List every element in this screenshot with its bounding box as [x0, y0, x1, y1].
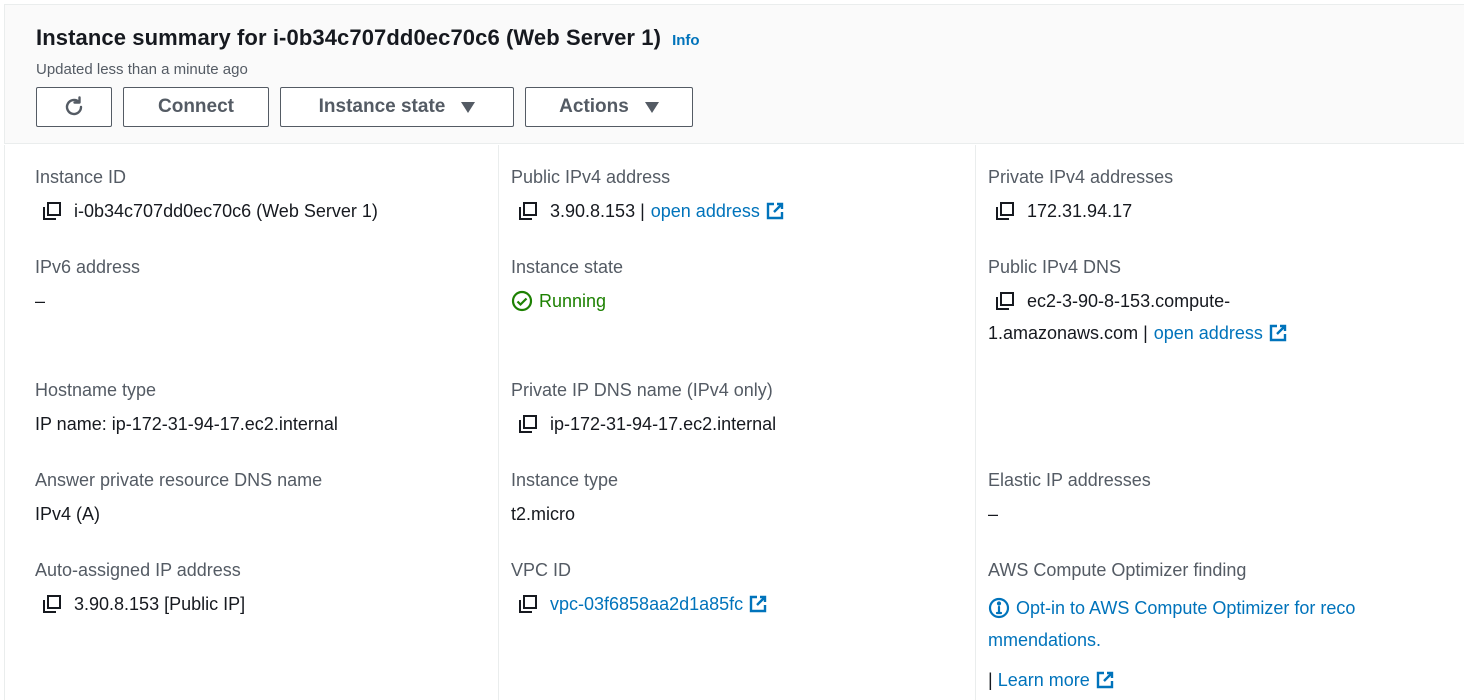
instance-state-label: Instance state — [318, 96, 446, 117]
caret-down-icon — [644, 101, 659, 113]
column-divider — [975, 145, 976, 700]
elastic-ip-field: Elastic IP addresses – — [988, 468, 1151, 526]
optimizer-opt-in-link[interactable]: Opt-in to AWS Compute Optimizer for reco — [1016, 592, 1355, 624]
info-circle-icon — [988, 597, 1010, 619]
updated-timestamp: Updated less than a minute ago — [36, 61, 248, 78]
instance-type-label: Instance type — [511, 470, 619, 490]
instance-state-field: Instance state Running — [511, 255, 623, 313]
external-link-icon[interactable] — [766, 202, 784, 220]
instance-state-status: Running — [511, 289, 623, 313]
private-ipv4-value-row: 172.31.94.17 — [988, 199, 1173, 223]
vpc-id-field: VPC ID vpc-03f6858aa2d1a85fc — [511, 558, 767, 616]
instance-id-value-row: i-0b34c707dd0ec70c6 (Web Server 1) — [35, 199, 378, 223]
public-ipv4-value: 3.90.8.153 | — [550, 201, 645, 221]
refresh-icon — [65, 96, 83, 116]
copy-icon[interactable] — [518, 594, 538, 614]
private-dns-label: Private IP DNS name (IPv4 only) — [511, 380, 773, 400]
open-address-link[interactable]: open address — [1154, 321, 1263, 345]
actions-label: Actions — [559, 96, 629, 117]
private-dns-value-row: ip-172-31-94-17.ec2.internal — [511, 412, 776, 436]
private-ipv4-value: 172.31.94.17 — [1027, 201, 1133, 221]
hostname-type-field: Hostname type IP name: ip-172-31-94-17.e… — [35, 378, 338, 436]
hostname-type-label: Hostname type — [35, 380, 157, 400]
instance-id-field: Instance ID i-0b34c707dd0ec70c6 (Web Ser… — [35, 165, 378, 223]
column-divider — [498, 145, 499, 700]
auto-ip-value: 3.90.8.153 [Public IP] — [74, 594, 246, 614]
instance-summary-header: Instance summary for i-0b34c707dd0ec70c6… — [4, 4, 1464, 144]
vpc-id-link[interactable]: vpc-03f6858aa2d1a85fc — [550, 592, 743, 616]
copy-icon[interactable] — [518, 201, 538, 221]
public-ipv4-field: Public IPv4 address 3.90.8.153 | open ad… — [511, 165, 784, 223]
instance-state-dropdown[interactable]: Instance state — [280, 87, 514, 127]
elastic-ip-label: Elastic IP addresses — [988, 470, 1151, 490]
learn-more-link[interactable]: Learn more — [998, 664, 1090, 696]
answer-dns-value: IPv4 (A) — [35, 504, 101, 524]
private-dns-value: ip-172-31-94-17.ec2.internal — [550, 414, 777, 434]
copy-icon[interactable] — [995, 201, 1015, 221]
refresh-button[interactable] — [36, 87, 112, 127]
public-dns-value-line2: 1.amazonaws.com | — [988, 323, 1148, 343]
optimizer-field: AWS Compute Optimizer finding Opt-in to … — [988, 558, 1355, 696]
learn-more-row: | Learn more — [988, 664, 1355, 696]
optimizer-label: AWS Compute Optimizer finding — [988, 560, 1247, 580]
copy-icon[interactable] — [42, 594, 62, 614]
public-ipv4-label: Public IPv4 address — [511, 167, 671, 187]
public-ipv4-value-row: 3.90.8.153 | open address — [511, 199, 784, 223]
ipv6-value: – — [35, 291, 46, 311]
ipv6-label: IPv6 address — [35, 257, 141, 277]
separator: | — [988, 670, 993, 690]
instance-type-field: Instance type t2.micro — [511, 468, 618, 526]
public-dns-field: Public IPv4 DNS ec2-3-90-8-153.compute- … — [988, 255, 1287, 345]
instance-id-value: i-0b34c707dd0ec70c6 (Web Server 1) — [74, 201, 378, 221]
external-link-icon[interactable] — [749, 595, 767, 613]
elastic-ip-value: – — [988, 504, 999, 524]
instance-state-field-label: Instance state — [511, 257, 624, 277]
external-link-icon[interactable] — [1269, 324, 1287, 342]
public-dns-label: Public IPv4 DNS — [988, 257, 1122, 277]
public-dns-value-line1: ec2-3-90-8-153.compute- — [1027, 291, 1231, 311]
instance-state-value: Running — [539, 291, 607, 311]
instance-type-value: t2.micro — [511, 504, 576, 524]
vpc-id-label: VPC ID — [511, 560, 572, 580]
ipv6-field: IPv6 address – — [35, 255, 140, 313]
copy-icon[interactable] — [995, 291, 1015, 311]
auto-ip-field: Auto-assigned IP address 3.90.8.153 [Pub… — [35, 558, 245, 616]
title-row: Instance summary for i-0b34c707dd0ec70c6… — [36, 25, 700, 51]
private-ipv4-label: Private IPv4 addresses — [988, 167, 1174, 187]
caret-down-icon — [461, 101, 476, 113]
copy-icon[interactable] — [518, 414, 538, 434]
private-dns-field: Private IP DNS name (IPv4 only) ip-172-3… — [511, 378, 776, 436]
answer-dns-label: Answer private resource DNS name — [35, 470, 323, 490]
actions-dropdown[interactable]: Actions — [525, 87, 693, 127]
public-dns-value-row2: 1.amazonaws.com | open address — [988, 321, 1287, 345]
vpc-id-value-row: vpc-03f6858aa2d1a85fc — [511, 592, 767, 616]
connect-button[interactable]: Connect — [123, 87, 269, 127]
auto-ip-value-row: 3.90.8.153 [Public IP] — [35, 592, 245, 616]
check-circle-icon — [511, 290, 533, 312]
optimizer-opt-in-link-cont[interactable]: mmendations. — [988, 624, 1101, 656]
auto-ip-label: Auto-assigned IP address — [35, 560, 241, 580]
page-title: Instance summary for i-0b34c707dd0ec70c6… — [36, 25, 662, 50]
private-ipv4-field: Private IPv4 addresses 172.31.94.17 — [988, 165, 1173, 223]
action-toolbar: Connect Instance state Actions — [36, 87, 693, 127]
copy-icon[interactable] — [42, 201, 62, 221]
instance-id-label: Instance ID — [35, 167, 127, 187]
optimizer-link-row1: Opt-in to AWS Compute Optimizer for reco — [988, 592, 1355, 624]
external-link-icon[interactable] — [1096, 671, 1114, 689]
answer-dns-field: Answer private resource DNS name IPv4 (A… — [35, 468, 322, 526]
optimizer-link-row2: mmendations. — [988, 624, 1355, 656]
public-dns-value-row: ec2-3-90-8-153.compute- — [988, 289, 1287, 313]
hostname-type-value: IP name: ip-172-31-94-17.ec2.internal — [35, 414, 338, 434]
info-link[interactable]: Info — [672, 32, 700, 49]
open-address-link[interactable]: open address — [651, 199, 760, 223]
